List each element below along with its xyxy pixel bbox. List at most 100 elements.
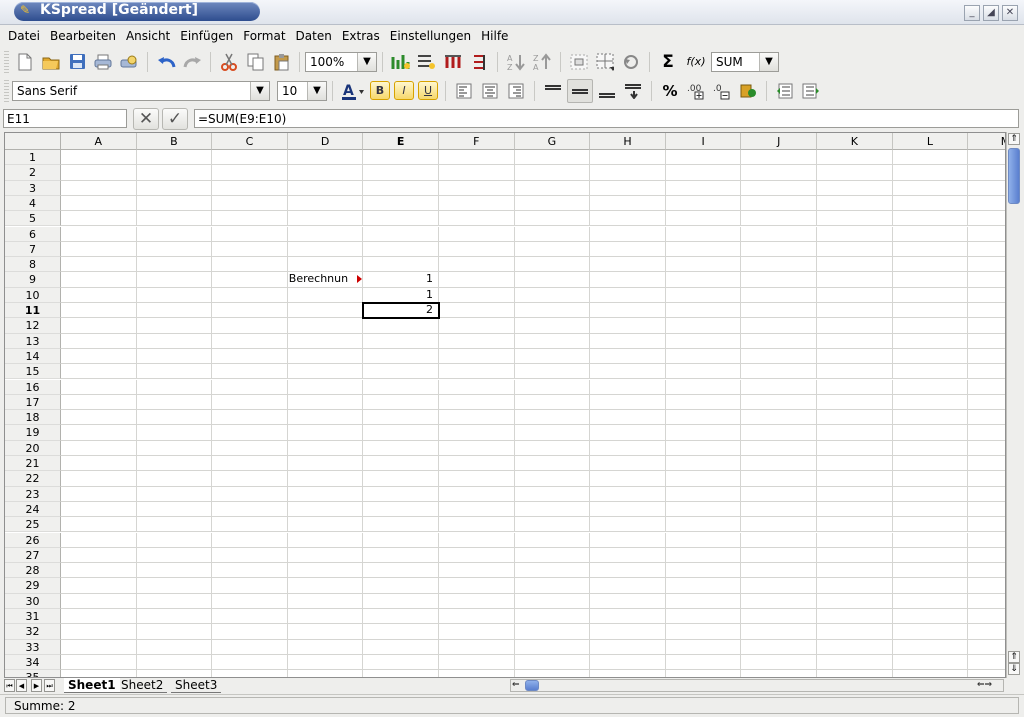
cell-i8[interactable] xyxy=(665,257,742,273)
cell-m4[interactable] xyxy=(968,196,1005,212)
cell-m11[interactable] xyxy=(968,303,1005,319)
cell-g23[interactable] xyxy=(514,486,591,502)
cell-h26[interactable] xyxy=(590,532,666,548)
cell-d35[interactable] xyxy=(288,670,364,677)
cell-l11[interactable] xyxy=(892,303,969,319)
cell-h30[interactable] xyxy=(590,593,666,609)
cell-c9[interactable] xyxy=(212,272,288,288)
cell-k27[interactable] xyxy=(817,547,893,564)
column-header-i[interactable]: I xyxy=(665,133,742,150)
cell-j23[interactable] xyxy=(741,486,817,502)
cell-l32[interactable] xyxy=(892,624,969,640)
save-icon[interactable] xyxy=(65,51,89,73)
cell-l19[interactable] xyxy=(892,425,969,441)
cell-f15[interactable] xyxy=(439,364,515,380)
cell-b19[interactable] xyxy=(136,425,213,441)
cell-i2[interactable] xyxy=(665,165,742,181)
cell-g9[interactable] xyxy=(514,272,591,288)
cell-i25[interactable] xyxy=(665,517,742,533)
cell-e16[interactable] xyxy=(363,379,439,395)
cell-h10[interactable] xyxy=(590,287,666,303)
cell-f1[interactable] xyxy=(439,150,515,166)
cell-m22[interactable] xyxy=(968,471,1005,487)
cell-f17[interactable] xyxy=(439,394,515,411)
cell-f30[interactable] xyxy=(439,593,515,609)
cell-i15[interactable] xyxy=(665,364,742,380)
cell-h28[interactable] xyxy=(590,563,666,579)
cell-j5[interactable] xyxy=(741,211,817,227)
column-header-k[interactable]: K xyxy=(817,133,893,150)
cell-i13[interactable] xyxy=(665,333,742,349)
cell-i17[interactable] xyxy=(665,394,742,411)
cell-l15[interactable] xyxy=(892,364,969,380)
cell-f35[interactable] xyxy=(439,670,515,677)
row-header-34[interactable]: 34 xyxy=(5,654,61,671)
cell-b11[interactable] xyxy=(136,303,213,319)
cell-c34[interactable] xyxy=(212,654,288,671)
cell-g2[interactable] xyxy=(514,165,591,181)
cell-a22[interactable] xyxy=(61,471,137,487)
cell-b3[interactable] xyxy=(136,180,213,196)
cell-i10[interactable] xyxy=(665,287,742,303)
cell-j4[interactable] xyxy=(741,195,817,212)
cell-l1[interactable] xyxy=(892,150,969,166)
cell-b35[interactable] xyxy=(137,670,213,677)
toolbar-handle[interactable] xyxy=(4,50,9,73)
cell-i12[interactable] xyxy=(665,318,742,334)
cell-d2[interactable] xyxy=(287,165,364,181)
cell-b21[interactable] xyxy=(136,456,213,472)
cell-j7[interactable] xyxy=(741,241,817,258)
cell-a30[interactable] xyxy=(61,593,137,609)
cell-k13[interactable] xyxy=(817,333,893,349)
font-family-combo[interactable]: Sans Serif ▼ xyxy=(12,80,270,101)
cell-b33[interactable] xyxy=(136,639,213,655)
cell-h20[interactable] xyxy=(590,440,666,456)
row-header-3[interactable]: 3 xyxy=(5,180,61,196)
cell-m26[interactable] xyxy=(968,533,1005,548)
cell-i31[interactable] xyxy=(665,609,742,625)
cell-b23[interactable] xyxy=(136,486,213,502)
cell-l33[interactable] xyxy=(892,639,969,655)
decrease-precision-icon[interactable]: .0 xyxy=(710,80,734,102)
merge-cells-icon[interactable] xyxy=(567,51,591,73)
cell-h3[interactable] xyxy=(590,180,666,196)
cell-f29[interactable] xyxy=(439,578,515,594)
column-header-e[interactable]: E xyxy=(363,133,439,150)
cell-d4[interactable] xyxy=(287,195,364,212)
cell-b1[interactable] xyxy=(136,150,213,166)
cell-a14[interactable] xyxy=(61,348,137,365)
cell-f26[interactable] xyxy=(439,532,515,548)
cell-b22[interactable] xyxy=(136,471,213,487)
cell-f33[interactable] xyxy=(439,639,515,655)
cell-l29[interactable] xyxy=(892,578,969,594)
cell-k21[interactable] xyxy=(817,456,893,472)
cell-d17[interactable] xyxy=(287,394,364,411)
cell-d23[interactable] xyxy=(287,486,364,502)
cell-m20[interactable] xyxy=(968,441,1005,456)
cell-f18[interactable] xyxy=(439,410,515,426)
row-header-10[interactable]: 10 xyxy=(5,287,61,303)
cell-a4[interactable] xyxy=(61,195,137,212)
cell-g13[interactable] xyxy=(514,333,591,349)
cell-g30[interactable] xyxy=(514,593,591,609)
cell-h12[interactable] xyxy=(590,318,666,334)
cell-i29[interactable] xyxy=(665,578,742,594)
row-header-11[interactable]: 11 xyxy=(5,303,61,319)
cell-m19[interactable] xyxy=(968,425,1005,441)
sheet-tab-sheet2[interactable]: Sheet2 xyxy=(117,678,168,693)
cell-d34[interactable] xyxy=(287,654,364,671)
cell-e9[interactable]: 1 xyxy=(363,272,439,288)
cell-j32[interactable] xyxy=(741,624,817,640)
decrease-indent-icon[interactable] xyxy=(773,80,797,102)
cell-i24[interactable] xyxy=(665,501,742,518)
cell-g5[interactable] xyxy=(514,211,591,227)
scroll-up-icon[interactable]: ⇑ xyxy=(1008,133,1020,145)
row-header-25[interactable]: 25 xyxy=(5,517,61,533)
cell-a16[interactable] xyxy=(61,379,137,395)
cell-k8[interactable] xyxy=(817,257,893,273)
cell-m18[interactable] xyxy=(968,410,1005,426)
cell-j6[interactable] xyxy=(741,226,817,242)
cell-e2[interactable] xyxy=(363,165,439,181)
cell-d11[interactable] xyxy=(287,303,364,319)
cell-i7[interactable] xyxy=(665,241,742,258)
